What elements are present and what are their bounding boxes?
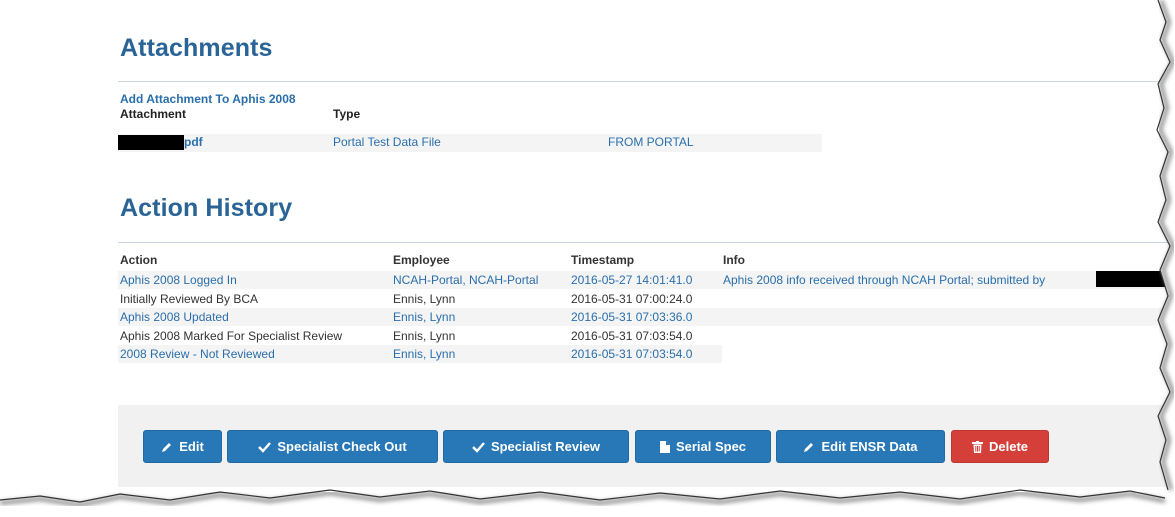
torn-paper-frame — [0, 0, 1175, 517]
